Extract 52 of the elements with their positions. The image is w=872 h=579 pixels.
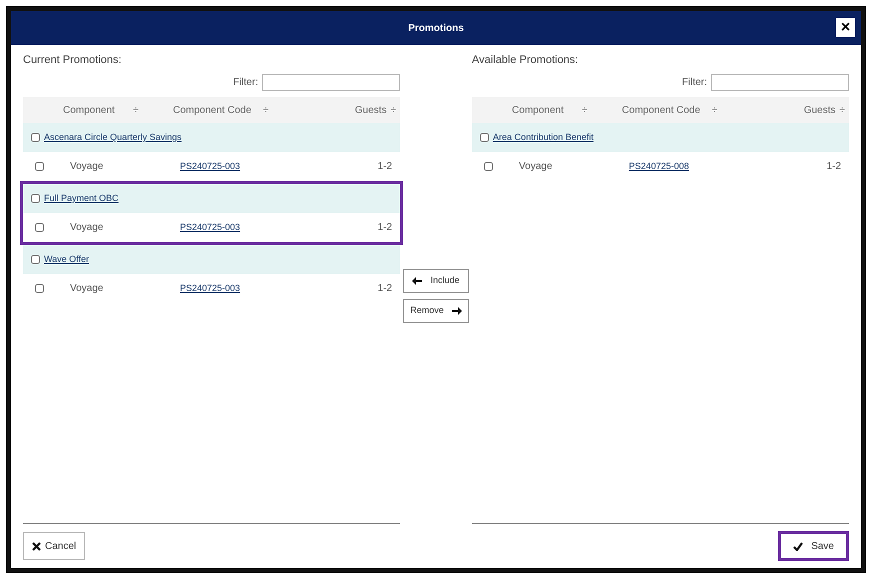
filter-label: Filter: [233, 76, 258, 90]
row-checkbox[interactable] [35, 223, 44, 232]
left-arrow-icon [412, 277, 422, 285]
group-link[interactable]: Wave Offer [44, 252, 90, 266]
close-icon [32, 542, 41, 550]
filter-field[interactable] [262, 74, 400, 90]
close-button[interactable]: × [836, 18, 855, 37]
code-link[interactable]: PS240725-003 [180, 160, 240, 174]
table-cell-text: 1-2 [378, 282, 392, 296]
panel-title: Available Promotions: [472, 52, 580, 68]
sort-icon[interactable]: ÷ [133, 102, 173, 118]
sort-icon[interactable]: ÷ [840, 102, 846, 118]
sort-icon[interactable]: ÷ [390, 102, 396, 118]
sort-icon[interactable]: ÷ [582, 102, 622, 118]
group-checkbox[interactable] [31, 194, 40, 203]
right-arrow-icon [452, 307, 462, 315]
group-checkbox[interactable] [31, 255, 40, 264]
sort-icon[interactable]: ÷ [712, 102, 752, 118]
column-header[interactable]: Component Code [173, 102, 263, 118]
group-link[interactable]: Full Payment OBC [44, 192, 119, 206]
filter-field[interactable] [711, 74, 850, 90]
group-link[interactable]: Ascenara Circle Quarterly Savings [44, 130, 182, 144]
table-cell-text: Voyage [70, 160, 104, 174]
table-cell-text: 1-2 [826, 160, 842, 174]
table-cell-text: 1-2 [378, 160, 392, 174]
remove-button[interactable]: Remove [403, 299, 469, 323]
column-header[interactable]: Guests [354, 102, 387, 118]
window-title: Promotions [408, 22, 464, 36]
column-header[interactable]: Guests [804, 102, 836, 118]
column-header[interactable]: Component [512, 102, 582, 118]
filter-label: Filter: [682, 76, 708, 90]
code-link[interactable]: PS240725-003 [180, 220, 240, 234]
group-checkbox[interactable] [31, 133, 40, 142]
code-link[interactable]: PS240725-003 [180, 282, 240, 296]
check-icon [793, 542, 804, 550]
code-link[interactable]: PS240725-008 [628, 160, 689, 174]
cancel-button[interactable]: Cancel [23, 532, 86, 560]
row-checkbox[interactable] [35, 284, 44, 293]
row-checkbox[interactable] [484, 162, 493, 171]
table-cell-text: Voyage [70, 282, 104, 296]
panel-title: Current Promotions: [23, 52, 122, 68]
sort-icon[interactable]: ÷ [263, 102, 303, 118]
column-header[interactable]: Component [63, 102, 133, 118]
column-header[interactable]: Component Code [622, 102, 712, 118]
include-button[interactable]: Include [403, 269, 469, 293]
table-cell-text: Voyage [518, 160, 554, 174]
group-checkbox[interactable] [480, 133, 489, 142]
table-cell-text: Voyage [70, 221, 104, 235]
group-link[interactable]: Area Contribution Benefit [492, 130, 594, 144]
table-cell-text: 1-2 [378, 221, 392, 235]
save-button[interactable]: Save [778, 531, 849, 561]
row-checkbox[interactable] [35, 162, 44, 171]
